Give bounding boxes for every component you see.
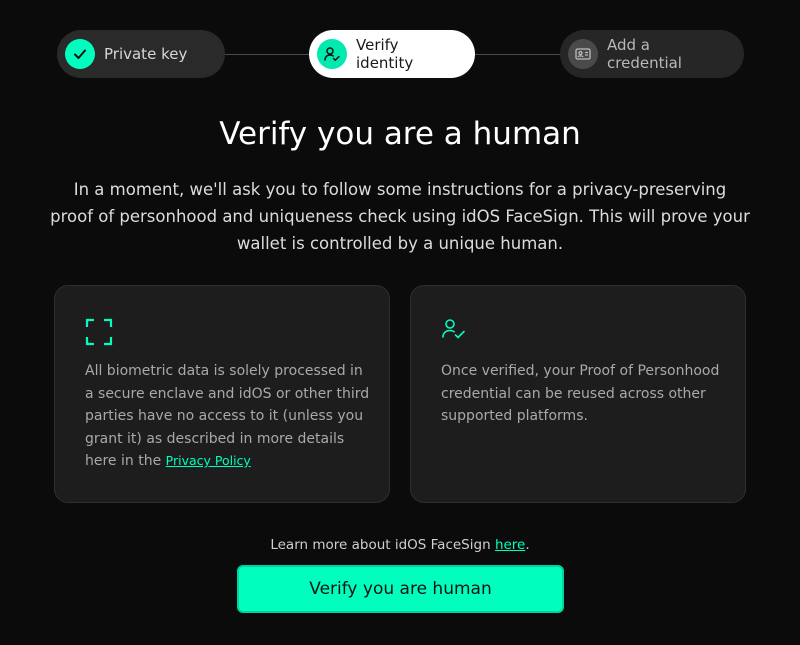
user-check-icon [317,39,347,69]
step-label: Verify identity [356,36,414,72]
privacy-card: All biometric data is solely processed i… [54,285,390,503]
id-card-icon [568,39,598,69]
progress-stepper: Private key Verify identity Add a creden… [57,30,744,78]
learn-more-suffix: . [525,537,530,553]
reuse-card-text: Once verified, your Proof of Personhood … [441,363,720,424]
stepper-connector [475,54,560,55]
learn-more-prefix: Learn more about idOS FaceSign [270,537,495,553]
step-label: Add a credential [607,36,682,72]
learn-more-link[interactable]: here [495,537,525,553]
reuse-card: Once verified, your Proof of Personhood … [410,285,746,503]
intro-text: In a moment, we'll ask you to follow som… [50,180,750,253]
verify-identity-page: Private key Verify identity Add a creden… [0,0,800,645]
privacy-policy-link[interactable]: Privacy Policy [166,453,251,468]
face-scan-icon [85,318,113,350]
privacy-card-text: All biometric data is solely processed i… [85,360,370,473]
check-icon [65,39,95,69]
user-check-icon [441,318,467,344]
page-title: Verify you are a human [219,116,581,152]
verify-human-button[interactable]: Verify you are human [237,565,564,613]
step-private-key[interactable]: Private key [57,30,225,78]
learn-more-text: Learn more about idOS FaceSign here. [0,537,800,553]
step-add-credential[interactable]: Add a credential [560,30,744,78]
step-verify-identity[interactable]: Verify identity [309,30,475,78]
step-label: Private key [104,45,188,63]
stepper-connector [225,54,309,55]
